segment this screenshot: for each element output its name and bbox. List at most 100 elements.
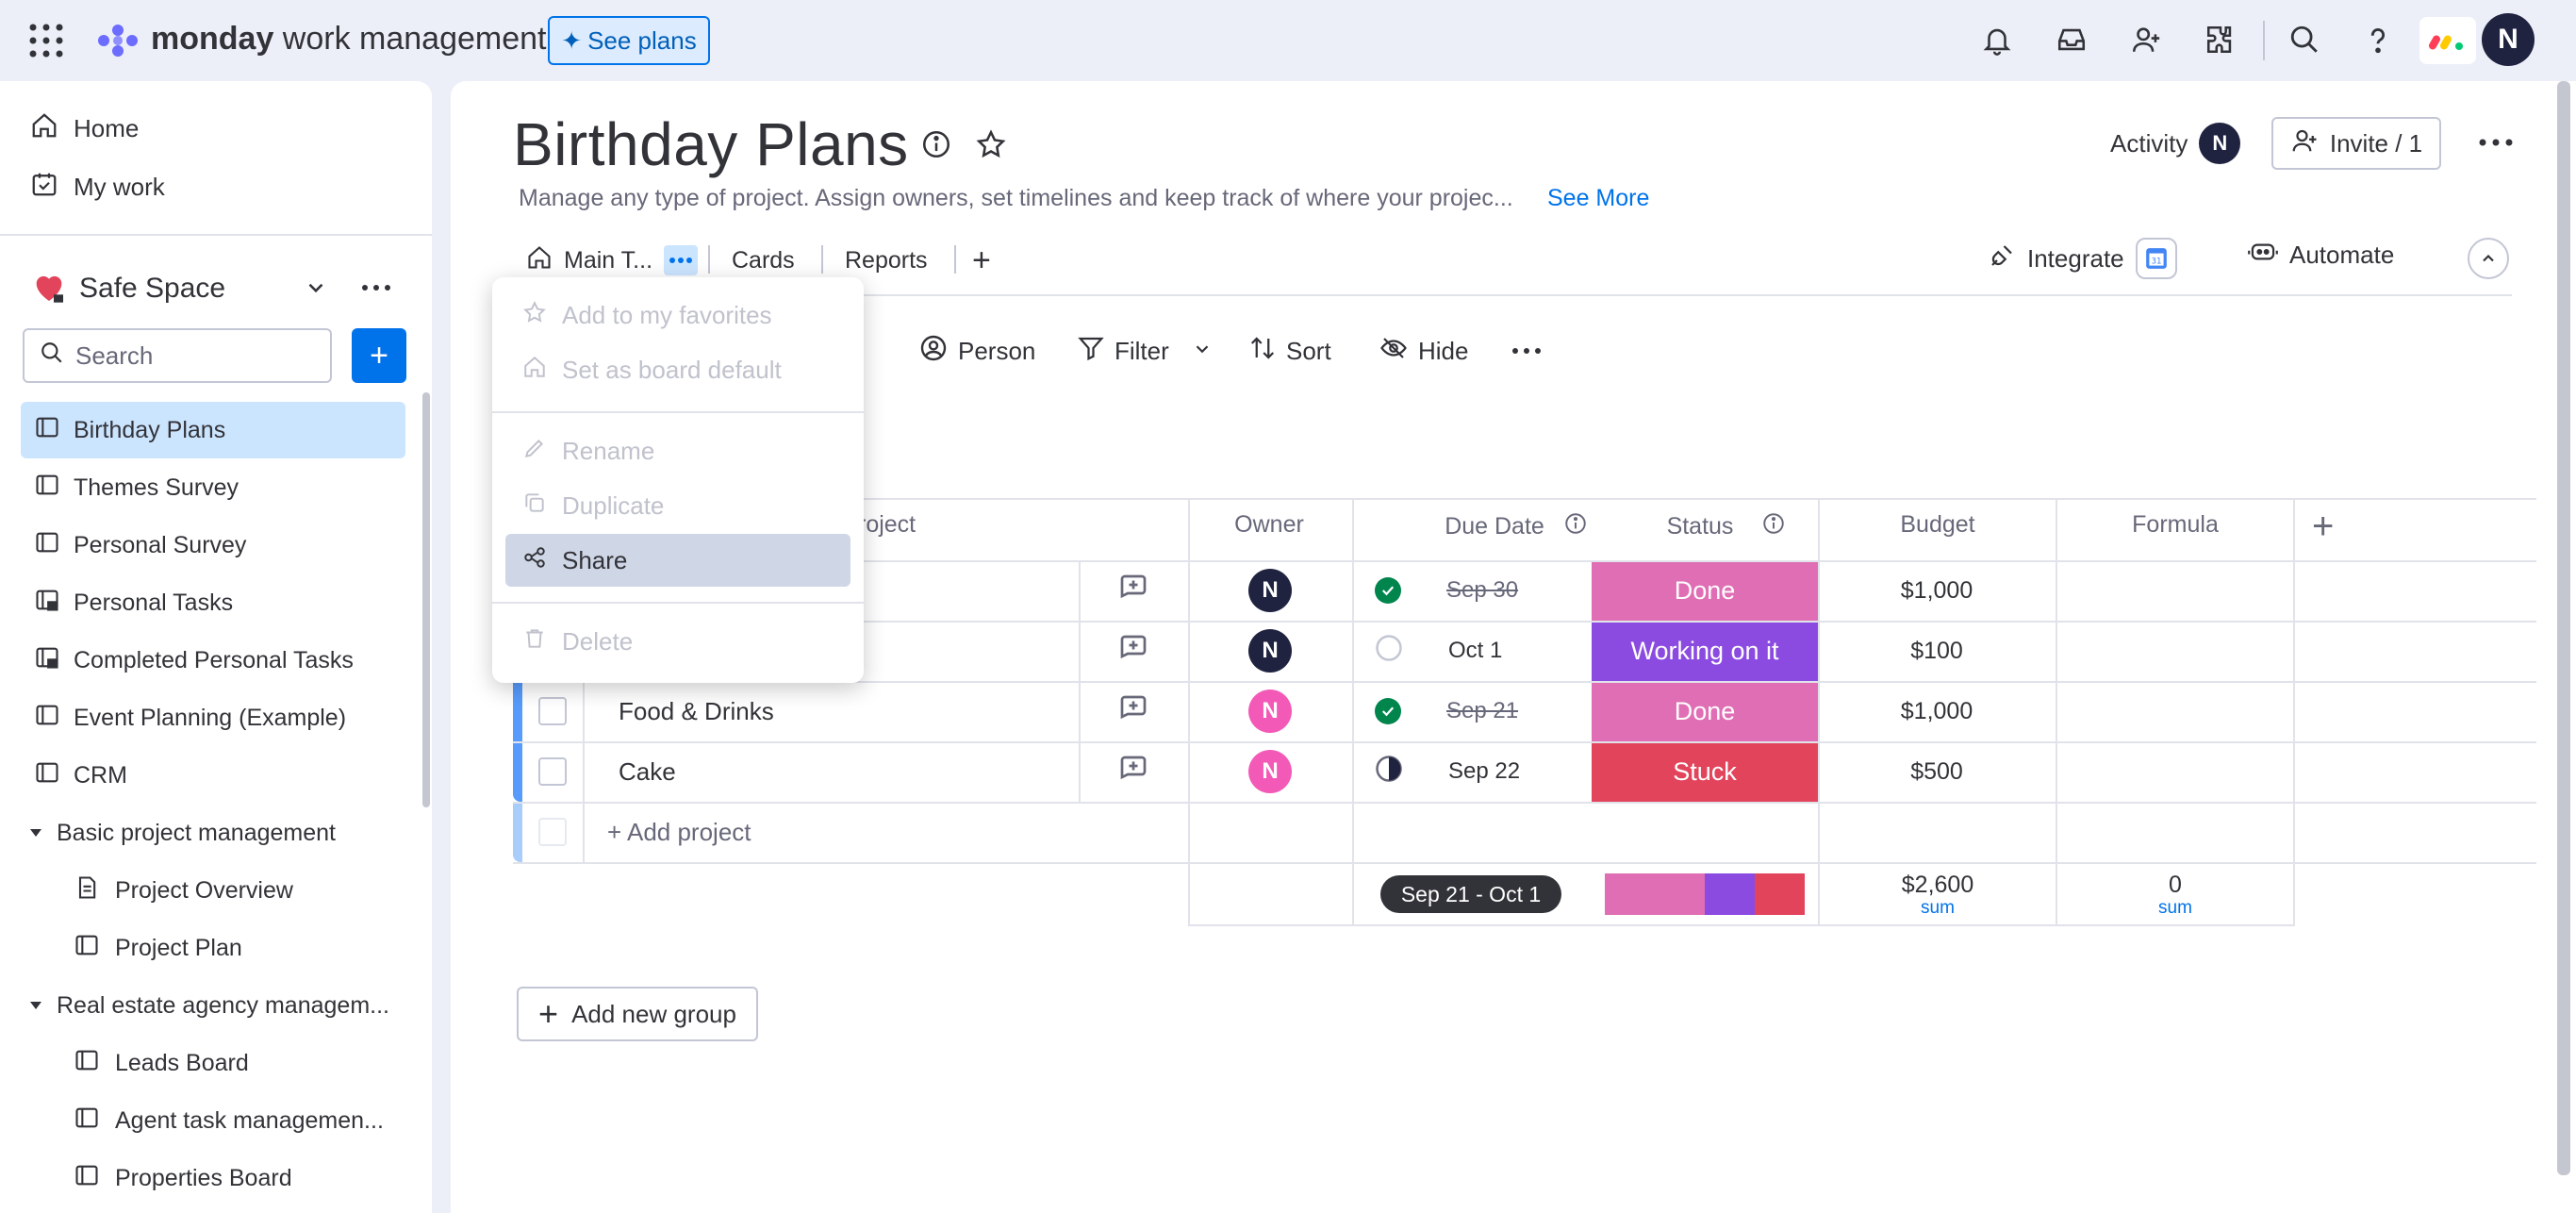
integrate-button[interactable]: Integrate 31 [1988, 238, 2177, 279]
sidebar-home[interactable]: Home [30, 109, 139, 147]
user-avatar[interactable]: N [2482, 13, 2535, 66]
budget-value[interactable]: $500 [1818, 741, 2056, 802]
table-row[interactable]: Food & Drinks N Sep 21 Done $1,000 [522, 681, 2536, 741]
more-options-icon[interactable] [360, 275, 392, 305]
add-update-icon[interactable] [1116, 691, 1150, 732]
sidebar-board-item[interactable]: Completed Personal Tasks [21, 632, 405, 689]
add-update-icon[interactable] [1116, 752, 1150, 792]
sidebar-board-item[interactable]: Themes Survey [21, 459, 405, 516]
workspace-selector[interactable]: Safe Space [30, 260, 407, 317]
column-header-formula[interactable]: Formula [2057, 511, 2293, 539]
menu-item-share[interactable]: Share [505, 534, 850, 587]
board-label: Properties Board [115, 1164, 292, 1191]
column-header-budget[interactable]: Budget [1820, 511, 2056, 539]
sidebar-folder[interactable]: Real estate agency managem... [28, 977, 389, 1034]
tab-main-table[interactable]: Main T... [526, 241, 699, 279]
column-header-owner[interactable]: Owner [1188, 511, 1350, 539]
sidebar-board-item[interactable]: Event Planning (Example) [21, 690, 405, 746]
activity-button[interactable]: Activity N [2110, 123, 2241, 164]
sidebar-board-item[interactable]: Leads Board [74, 1035, 249, 1091]
apps-marketplace-icon[interactable] [2202, 21, 2239, 58]
owner-avatar[interactable]: N [1248, 750, 1292, 793]
owner-avatar[interactable]: N [1248, 690, 1292, 733]
sidebar-board-item[interactable]: Agent task managemen... [74, 1092, 384, 1149]
tab-reports[interactable]: Reports [845, 241, 928, 279]
add-update-icon[interactable] [1116, 571, 1150, 611]
tab-cards[interactable]: Cards [732, 241, 795, 279]
budget-value[interactable]: $1,000 [1818, 560, 2056, 621]
page-scrollbar[interactable] [2557, 81, 2570, 1175]
folder-label: Basic project management [57, 819, 336, 846]
info-icon[interactable] [1761, 511, 1786, 542]
sort-button[interactable]: Sort [1248, 332, 1331, 370]
sidebar-board-item[interactable]: Project Plan [74, 920, 242, 976]
tab-options-icon[interactable] [664, 245, 699, 275]
automate-button[interactable]: Automate [2248, 238, 2394, 273]
status-label[interactable]: Working on it [1592, 621, 1818, 681]
notifications-bell-icon[interactable] [1978, 21, 2016, 58]
filter-button[interactable]: Filter [1077, 332, 1213, 370]
star-favorite-icon[interactable] [975, 128, 1007, 165]
due-date-cell[interactable]: Sep 21 [1352, 681, 1592, 741]
due-date-cell[interactable]: Sep 30 [1352, 560, 1592, 621]
apps-grid-icon[interactable] [28, 23, 64, 58]
sidebar-folder[interactable]: Basic project management [28, 805, 336, 861]
column-header-project[interactable]: roject [858, 511, 916, 539]
status-label[interactable]: Done [1592, 560, 1818, 621]
chevron-down-icon[interactable] [1192, 337, 1213, 366]
sidebar-board-item[interactable]: Personal Tasks [21, 574, 405, 631]
date-range-summary[interactable]: Sep 21 - Oct 1 [1380, 875, 1561, 913]
collapse-header-icon[interactable] [2468, 238, 2509, 279]
info-icon[interactable] [1563, 511, 1588, 542]
row-checkbox[interactable] [538, 697, 567, 725]
due-date-cell[interactable]: Oct 1 [1352, 621, 1592, 681]
owner-avatar[interactable]: N [1248, 629, 1292, 673]
column-header-due-date[interactable]: Due Date [1422, 511, 1610, 542]
row-checkbox[interactable] [538, 757, 567, 786]
board-title[interactable]: Birthday Plans [513, 109, 909, 179]
brand-name[interactable]: monday work management [151, 21, 547, 58]
toolbar-more-icon[interactable] [1511, 341, 1543, 365]
board-label: Project Plan [115, 934, 242, 961]
inbox-icon[interactable] [2053, 21, 2090, 58]
add-project-label[interactable]: + Add project [607, 802, 751, 862]
invite-members-icon[interactable] [2127, 21, 2165, 58]
table-row[interactable]: Cake N Sep 22 Stuck $500 [522, 741, 2536, 802]
due-date-cell[interactable]: Sep 22 [1352, 741, 1592, 802]
add-item-button[interactable]: + [352, 328, 406, 383]
budget-value[interactable]: $100 [1818, 621, 2056, 681]
search-icon[interactable] [2286, 21, 2323, 58]
add-column-icon[interactable]: + [2312, 506, 2334, 548]
product-switcher-icon[interactable] [2419, 17, 2476, 64]
status-label[interactable]: Done [1592, 681, 1818, 741]
sidebar-board-item[interactable]: Birthday Plans [21, 402, 405, 458]
sidebar-board-item[interactable]: CRM [21, 747, 405, 804]
budget-value[interactable]: $1,000 [1818, 681, 2056, 741]
invite-button[interactable]: Invite / 1 [2271, 117, 2441, 170]
sidebar-my-work[interactable]: My work [30, 168, 165, 206]
sidebar-scrollbar[interactable] [422, 392, 430, 807]
add-update-icon[interactable] [1116, 631, 1150, 672]
see-plans-button[interactable]: ✦ See plans [548, 16, 710, 65]
help-icon[interactable] [2359, 21, 2397, 58]
info-icon[interactable] [920, 128, 952, 165]
person-filter-button[interactable]: Person [918, 332, 1035, 370]
status-distribution-bar[interactable] [1605, 873, 1805, 915]
chevron-down-icon[interactable] [304, 275, 328, 305]
owner-avatar[interactable]: N [1248, 569, 1292, 612]
menu-item-duplicate: Duplicate [505, 479, 850, 532]
add-view-button[interactable]: + [972, 241, 991, 279]
see-more-link[interactable]: See More [1547, 185, 1649, 212]
task-name[interactable]: Food & Drinks [619, 681, 774, 741]
task-name[interactable]: Cake [619, 741, 676, 802]
sidebar-search-input[interactable]: Search [23, 328, 332, 383]
hide-button[interactable]: Hide [1379, 332, 1468, 370]
sidebar-board-item[interactable]: Project Overview [74, 862, 293, 919]
sidebar-board-item[interactable]: Properties Board [74, 1150, 292, 1206]
status-label[interactable]: Stuck [1592, 741, 1818, 802]
column-header-status[interactable]: Status [1592, 511, 1818, 542]
add-new-group-button[interactable]: + Add new group [517, 987, 758, 1041]
sidebar-board-item[interactable]: Personal Survey [21, 517, 405, 573]
board-more-icon[interactable] [2478, 130, 2514, 159]
add-project-row[interactable]: + Add project [513, 802, 2536, 862]
